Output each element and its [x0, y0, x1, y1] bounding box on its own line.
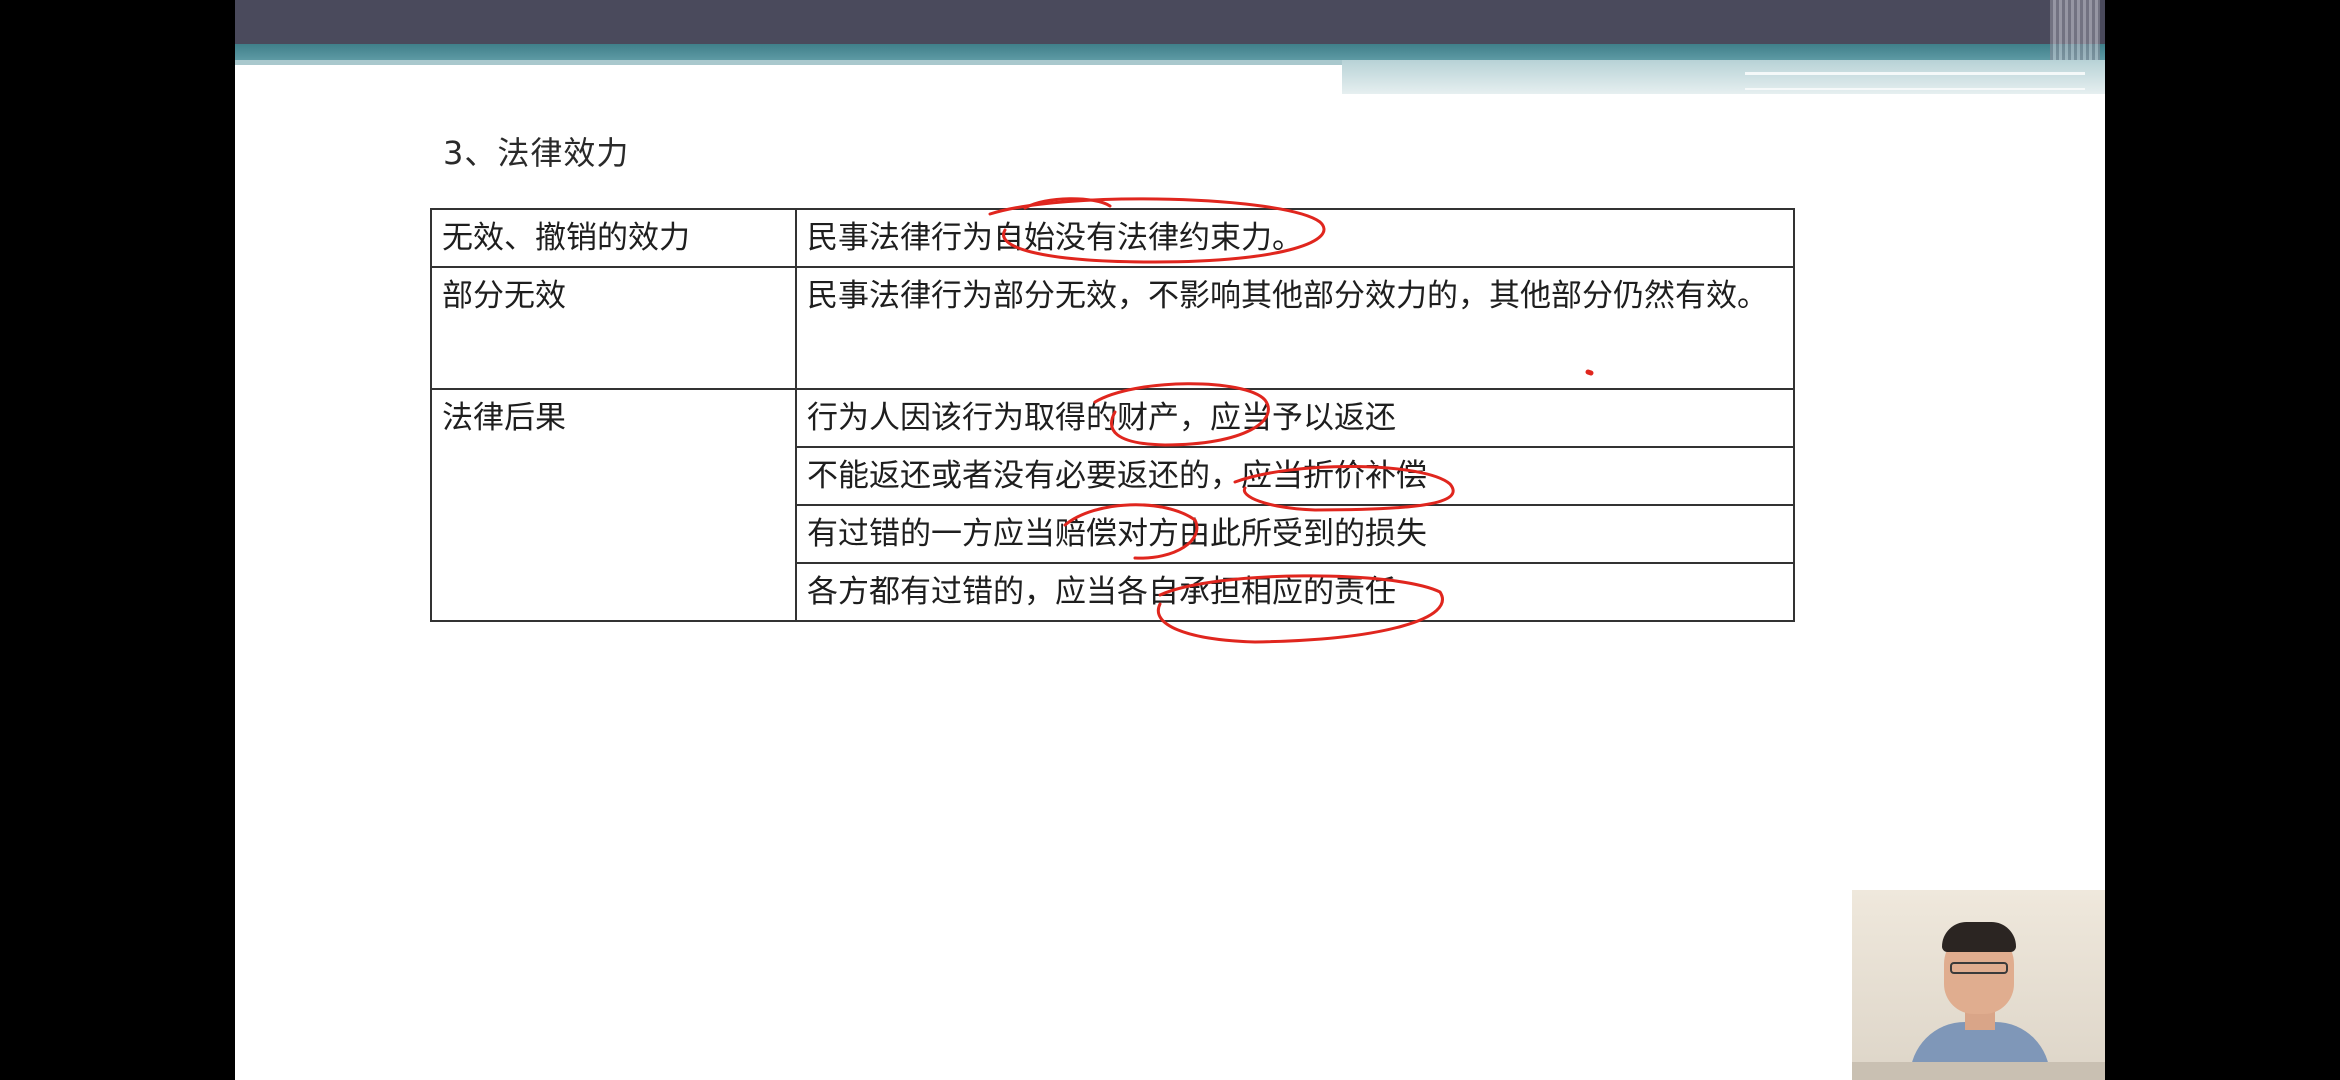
header-decor-stripes: [2050, 0, 2100, 60]
presenter-webcam: [1852, 890, 2105, 1080]
row-content: 有过错的一方应当赔偿对方由此所受到的损失: [795, 504, 1795, 564]
header-decor-line: [1745, 88, 2085, 90]
row-content: 行为人因该行为取得的财产，应当予以返还: [795, 388, 1795, 448]
presenter-hair: [1942, 922, 2016, 952]
table-row: 法律后果 行为人因该行为取得的财产，应当予以返还: [430, 388, 1795, 622]
row-label: 法律后果: [430, 388, 797, 622]
presenter-glasses: [1950, 962, 2008, 974]
header-decor-line: [1745, 72, 2085, 75]
row-content: 民事法律行为部分无效，不影响其他部分效力的，其他部分仍然有效。: [795, 266, 1795, 390]
row-label: 部分无效: [430, 266, 797, 390]
video-viewport: 3、法律效力 无效、撤销的效力 民事法律行为自始没有法律约束力。 部分无效 民事…: [0, 0, 2340, 1080]
row-content: 不能返还或者没有必要返还的，应当折价补偿: [795, 446, 1795, 506]
header-band-teal: [235, 44, 2105, 60]
row-content: 民事法律行为自始没有法律约束力。: [795, 208, 1795, 268]
table-row: 部分无效 民事法律行为部分无效，不影响其他部分效力的，其他部分仍然有效。: [430, 266, 1795, 390]
row-content: 各方都有过错的，应当各自承担相应的责任: [795, 562, 1795, 622]
row-label: 无效、撤销的效力: [430, 208, 797, 268]
legal-effect-table: 无效、撤销的效力 民事法律行为自始没有法律约束力。 部分无效 民事法律行为部分无…: [430, 208, 1795, 622]
slide-title: 3、法律效力: [443, 134, 630, 172]
annotation-arc: [1023, 197, 1112, 210]
table-row: 无效、撤销的效力 民事法律行为自始没有法律约束力。: [430, 208, 1795, 268]
header-band-dark: [235, 0, 2105, 44]
presentation-slide: 3、法律效力 无效、撤销的效力 民事法律行为自始没有法律约束力。 部分无效 民事…: [235, 0, 2105, 1080]
webcam-desk: [1852, 1062, 2105, 1080]
